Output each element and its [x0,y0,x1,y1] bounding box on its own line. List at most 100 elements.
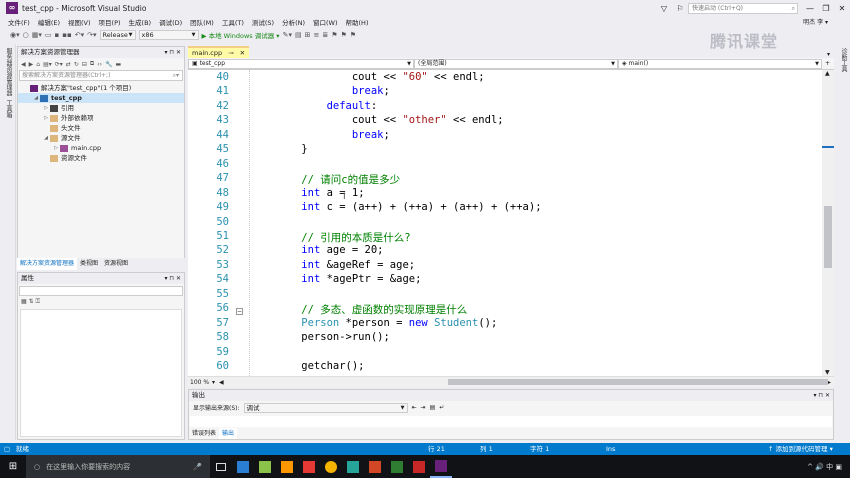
word-wrap-icon[interactable]: ↵ [439,404,444,411]
scroll-up-icon[interactable]: ▲ [825,70,830,77]
bookmark-icon[interactable]: ⚑ [350,31,356,39]
view-code-icon[interactable]: ‹› [97,61,102,68]
chevron-down-icon[interactable]: ▾ [212,379,215,386]
solution-search-input[interactable]: 搜索解决方案资源管理器(Ctrl+;) ⌕▾ [19,70,183,81]
properties-object-select[interactable] [19,286,183,296]
expand-arrow-icon[interactable]: ◢ [42,133,50,143]
horizontal-scroll-thumb[interactable] [448,379,828,385]
expand-arrow-icon[interactable]: ▷ [52,143,60,153]
expand-arrow-icon[interactable]: ▷ [42,113,50,123]
tree-item[interactable]: 资源文件 [18,153,184,163]
diagnostic-tools-tab[interactable]: 诊断工具 [839,48,848,72]
attach-icon[interactable]: ✎▾ [283,31,292,39]
output-source-select[interactable]: 调试 ▼ [243,402,408,413]
project-select[interactable]: ▣ test_cpp ▼ [188,58,414,69]
menu-item[interactable]: 编辑(E) [34,17,64,27]
switch-view-icon[interactable]: ▤▾ [43,61,52,68]
start-debugging-button[interactable]: ▶ 本地 Windows 调试器 ▾ [202,30,280,40]
app-icon-4[interactable] [298,455,320,478]
member-select[interactable]: ◈ main() ▼ [618,58,822,69]
close-button[interactable]: ✕ [834,4,850,13]
scroll-down-icon[interactable]: ▼ [825,369,830,376]
home-icon[interactable]: ⌂ [36,61,40,68]
configuration-select[interactable]: Release ▼ [99,30,136,40]
minimize-button[interactable]: — [802,4,818,13]
scroll-thumb[interactable] [824,206,832,268]
taskbar-search-box[interactable]: ○ 在这里输入你要搜索的内容 🎤 [26,455,210,478]
new-project-icon[interactable]: ▦▾ [32,31,42,39]
show-all-files-icon[interactable]: ⧉ [90,60,94,68]
save-icon[interactable]: ▪ [55,31,60,39]
microphone-icon[interactable]: 🎤 [193,463,202,471]
menu-item[interactable]: 分析(N) [278,17,309,27]
app-icon-1[interactable] [232,455,254,478]
menu-item[interactable]: 项目(P) [95,17,125,27]
next-message-icon[interactable]: ⇥ [421,404,426,411]
zoom-select[interactable]: 100 % [188,379,212,386]
solution-explorer-tab[interactable]: 解决方案资源管理器 [17,258,78,270]
menu-item[interactable]: 文件(F) [4,17,34,27]
categorized-icon[interactable]: ▦ [21,298,27,305]
menu-item[interactable]: 测试(S) [248,17,278,27]
tab-main-cpp[interactable]: main.cpp ⊸ ✕ [188,46,250,58]
expand-arrow-icon[interactable]: ▷ [42,103,50,113]
forward-icon[interactable]: ▶ [29,61,34,68]
refresh-icon[interactable]: ↻ [74,61,79,68]
pin-icon[interactable]: ⊸ [228,48,233,58]
tree-item[interactable]: ◢ 源文件 [18,133,184,143]
menu-item[interactable]: 生成(B) [125,17,156,27]
solution-explorer-tab[interactable]: 资源视图 [101,258,131,270]
pending-changes-icon[interactable]: ⟳▾ [55,61,63,68]
find-message-icon[interactable]: ⇤ [412,404,417,411]
menu-item[interactable]: 窗口(W) [309,17,342,27]
tree-item[interactable]: 解决方案"test_cpp"(1 个项目) [18,83,184,93]
back-icon[interactable]: ◀ [21,61,26,68]
app-icon-6[interactable] [386,455,408,478]
filter-icon[interactable]: ▽ [656,4,672,13]
panel-controls[interactable]: ▾ ⊓ ✕ [813,390,830,401]
add-to-source-control-button[interactable]: ↑ 添加到源代码管理 ▾ [768,443,833,455]
windows-start-icon[interactable]: ⊞ [0,461,26,472]
undo-icon[interactable]: ↶▾ [75,31,84,39]
powerpoint-icon[interactable] [364,455,386,478]
scroll-left-icon[interactable]: ◀ [219,379,224,386]
sync-icon[interactable]: ⇄ [66,61,71,68]
collapse-all-icon[interactable]: ⊟ [82,61,87,68]
chrome-icon[interactable] [320,455,342,478]
bookmark-icon[interactable]: ⚑ [331,31,337,39]
platform-select[interactable]: x86 ▼ [138,30,199,40]
app-icon-5[interactable] [342,455,364,478]
system-tray[interactable]: ^ 🔊 中 ▣ [807,462,850,472]
uncomment-icon[interactable]: ≣ [322,31,328,39]
feedback-icon[interactable]: ⚐ [672,4,688,13]
bookmark-icon[interactable]: ⚑ [341,31,347,39]
comment-icon[interactable]: ≡ [313,31,319,39]
output-text-area[interactable] [190,416,832,427]
tree-item[interactable]: ▷ 外部依赖项 [18,113,184,123]
property-pages-icon[interactable]: ⚿ [36,298,41,305]
code-editor[interactable]: 40 41 42 43 44 45 46 47 48 49 50 51 52 53 54 55 56 57 58 59… [188,70,822,376]
redo-icon[interactable]: ↷▾ [87,31,96,39]
nav-back-icon[interactable]: ◉▾ [10,31,20,39]
app-icon-2[interactable] [254,455,276,478]
scope-select[interactable]: (全局范围) ▼ [414,58,618,69]
app-icon-7[interactable] [408,455,430,478]
preview-icon[interactable]: ▬ [115,61,121,68]
menu-item[interactable]: 帮助(H) [342,17,373,27]
toolbox-tab[interactable]: 工具箱 [4,100,13,118]
panel-controls[interactable]: ▾ ⊓ ✕ [164,273,181,284]
app-icon-3[interactable] [276,455,298,478]
quick-launch-input[interactable]: 快速启动 (Ctrl+Q) ⌕ [688,2,798,14]
tree-item[interactable]: 头文件 [18,123,184,133]
clear-all-icon[interactable]: ▤ [430,404,436,411]
user-account[interactable]: 明杰 李 ▾ [803,17,828,26]
tree-item[interactable]: ▷ 引用 [18,103,184,113]
toolbar-icon[interactable]: ⊞ [305,31,311,39]
maximize-button[interactable]: ❐ [818,4,834,13]
bottom-tab[interactable]: 错误列表 [189,428,219,439]
menu-item[interactable]: 团队(M) [186,17,218,27]
tree-item[interactable]: ◢ test_cpp [18,93,184,103]
vertical-scrollbar[interactable]: ▲ ▼ [822,70,834,376]
panel-controls[interactable]: ▾ ⊓ ✕ [164,47,181,58]
alphabetical-icon[interactable]: ⇅ [29,298,34,305]
